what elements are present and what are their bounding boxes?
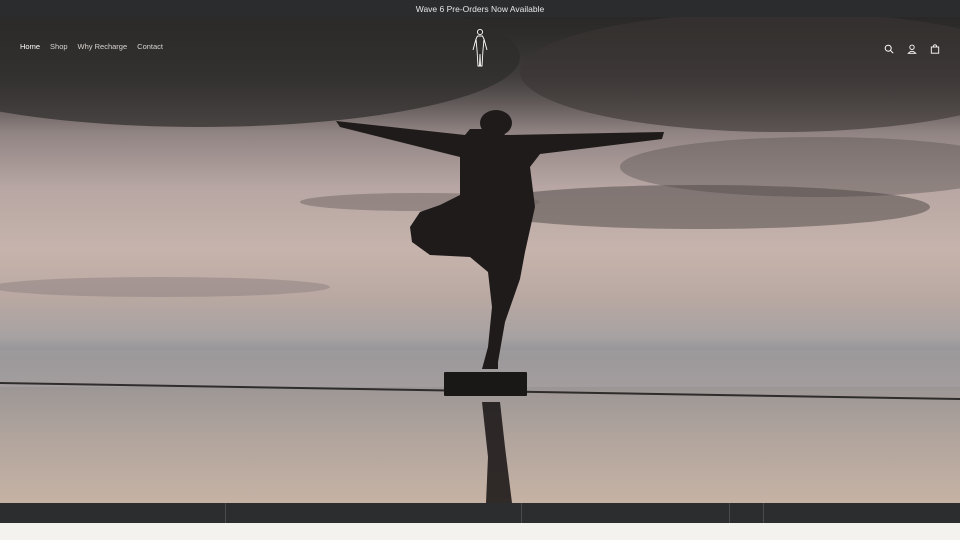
hero-photo bbox=[0, 17, 960, 503]
strip-divider bbox=[729, 503, 730, 523]
nav-item-why-recharge[interactable]: Why Recharge bbox=[78, 42, 128, 51]
page-content-start bbox=[0, 523, 960, 540]
search-icon[interactable] bbox=[884, 41, 894, 54]
strip-divider bbox=[763, 503, 764, 523]
site-header: Home Shop Why Recharge Contact bbox=[0, 17, 960, 77]
nav-item-home[interactable]: Home bbox=[20, 42, 40, 51]
nav-item-contact[interactable]: Contact bbox=[137, 42, 163, 51]
announcement-text: Wave 6 Pre-Orders Now Available bbox=[415, 3, 545, 14]
announcement-bar: Wave 6 Pre-Orders Now Available bbox=[0, 0, 960, 17]
logo[interactable] bbox=[470, 28, 490, 68]
cart-icon[interactable] bbox=[930, 41, 940, 54]
hero-image bbox=[0, 17, 960, 503]
section-strip bbox=[0, 503, 960, 523]
standing-figure-icon bbox=[472, 28, 488, 67]
account-icon[interactable] bbox=[907, 41, 917, 54]
strip-divider bbox=[225, 503, 226, 523]
main-nav: Home Shop Why Recharge Contact bbox=[20, 42, 163, 51]
nav-item-shop[interactable]: Shop bbox=[50, 42, 68, 51]
strip-divider bbox=[521, 503, 522, 523]
header-icons bbox=[884, 41, 940, 54]
